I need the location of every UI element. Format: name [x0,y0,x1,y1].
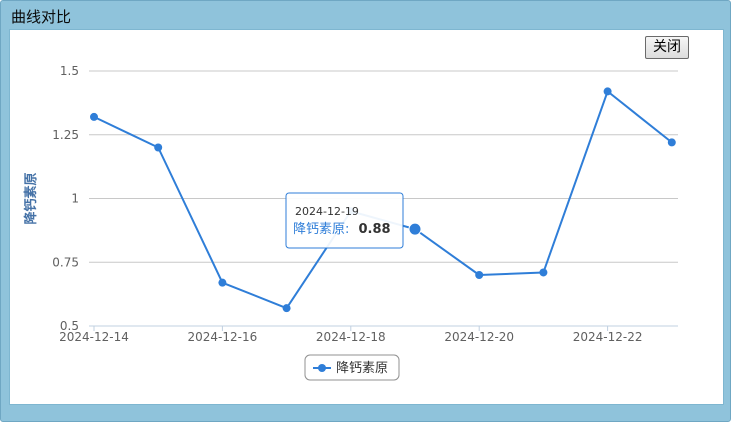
legend[interactable]: 降钙素原 [304,354,400,381]
tooltip-date: 2024-12-19 [295,205,359,218]
y-axis-label: 降钙素原 [23,172,39,224]
data-point[interactable] [154,143,163,152]
x-tick-label: 2024-12-22 [573,330,643,344]
tooltip: 2024-12-19 降钙素原: 0.88 [285,192,404,249]
y-tick-label: 1.5 [60,64,79,78]
data-point[interactable] [539,268,548,277]
data-point[interactable] [90,112,98,121]
x-tick-label: 2024-12-20 [444,330,514,344]
y-tick-label: 0.75 [52,255,79,269]
x-tick-label: 2024-12-14 [59,330,129,344]
chart-window: 曲线对比 0.5 0.75 1 1.25 1.5 2024-12-14 2024-12-1… [0,0,731,422]
legend-item-label[interactable]: 降钙素原 [336,361,388,376]
tooltip-box [285,192,404,249]
data-point[interactable] [408,222,422,236]
data-point[interactable] [218,278,227,287]
line-chart: 0.50.7511.251.5 2024-12-14 2024-12-16 2024… [23,64,678,381]
y-tick-label: 1 [71,192,79,206]
x-tick-label: 2024-12-18 [316,330,386,344]
tooltip-value: 0.88 [358,222,390,237]
close-button[interactable]: 关闭 [645,36,689,59]
x-axis-ticks: 2024-12-14 2024-12-16 2024-12-18 2024-12-20… [59,326,642,344]
y-tick-label: 1.25 [52,128,79,142]
data-point[interactable] [282,304,291,313]
data-point[interactable] [475,271,484,279]
x-tick-label: 2024-12-16 [188,330,258,344]
legend-marker-icon [318,364,326,372]
data-point[interactable] [667,138,676,147]
data-point[interactable] [603,87,612,96]
y-axis-ticks: 0.50.7511.251.5 [52,64,79,333]
tooltip-series-label: 降钙素原: [293,222,349,237]
